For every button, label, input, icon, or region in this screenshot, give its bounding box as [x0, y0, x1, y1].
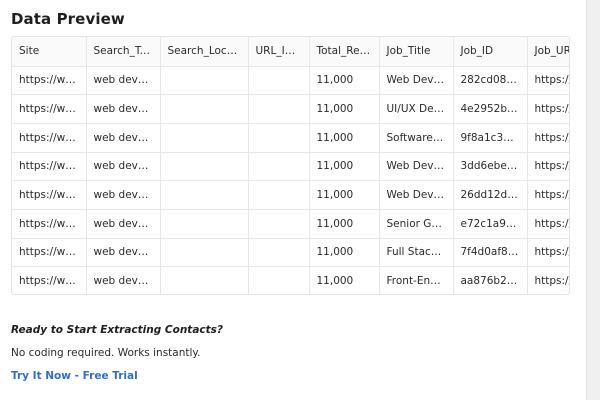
table-cell: Web Devel...: [379, 180, 454, 210]
table-cell: 11,000: [309, 266, 380, 294]
table-cell: 11,000: [309, 152, 380, 182]
table-cell: 11,000: [309, 66, 380, 96]
table-body: https://ww... web devel... 11,000 Web Devel…: [12, 66, 569, 294]
table-row: https://ww... web devel... 11,000 Front-End…: [12, 266, 569, 294]
table-cell: [248, 266, 310, 294]
table-cell: [248, 209, 310, 239]
table-cell: [248, 152, 310, 182]
table-cell: https://ww...: [12, 94, 87, 124]
column-header-job-id[interactable]: Job_ID: [453, 37, 528, 67]
table-cell: https://ww...: [12, 266, 87, 294]
table-row: https://ww... web devel... 11,000 Senior Gr…: [12, 209, 569, 239]
table-cell: aa876b249...: [453, 266, 528, 294]
table-row: https://ww... web devel... 11,000 Software …: [12, 123, 569, 153]
table-cell: web devel...: [86, 180, 161, 210]
table-cell: https://ww...: [12, 66, 87, 96]
table-cell: 7f4d0af87...: [453, 238, 528, 268]
table-cell: web devel...: [86, 266, 161, 294]
table-cell: 4e2952b99...: [453, 94, 528, 124]
table-cell: 9f8a1c3e7...: [453, 123, 528, 153]
table-cell: [248, 238, 310, 268]
table-cell: https://ww...: [12, 152, 87, 182]
table-cell: web devel...: [86, 209, 161, 239]
table-cell: [160, 66, 249, 96]
cta-title: Ready to Start Extracting Contacts?: [11, 324, 223, 336]
table-cell: [160, 238, 249, 268]
table-cell: [248, 66, 310, 96]
table-cell: https://w...: [527, 94, 569, 124]
page-scrollbar[interactable]: [586, 0, 600, 400]
table-row: https://ww... web devel... 11,000 Full Stac…: [12, 238, 569, 268]
column-header-search-location[interactable]: Search_Location: [160, 37, 249, 67]
table-cell: https://w...: [527, 123, 569, 153]
table-cell: 11,000: [309, 123, 380, 153]
table-cell: [160, 123, 249, 153]
table-cell: web devel...: [86, 238, 161, 268]
cta-description: No coding required. Works instantly.: [11, 347, 201, 359]
table-cell: Senior Gra...: [379, 209, 454, 239]
column-header-search-term[interactable]: Search_Term: [86, 37, 161, 67]
table-cell: 11,000: [309, 209, 380, 239]
column-header-job-url[interactable]: Job_URL: [527, 37, 569, 67]
table-cell: [160, 180, 249, 210]
table-cell: [248, 123, 310, 153]
table-cell: https://w...: [527, 152, 569, 182]
table-cell: web devel...: [86, 123, 161, 153]
table-cell: Web Devel...: [379, 66, 454, 96]
table-cell: 3dd6ebe0...: [453, 152, 528, 182]
data-preview-table-container[interactable]: Site Search_Term Search_Location URL_Input T…: [11, 36, 570, 295]
table-cell: 11,000: [309, 94, 380, 124]
table-cell: https://ww...: [12, 209, 87, 239]
table-cell: 282cd08f1...: [453, 66, 528, 96]
table-cell: [160, 94, 249, 124]
table-cell: https://w...: [527, 180, 569, 210]
table-row: https://ww... web devel... 11,000 UI/UX Dev…: [12, 94, 569, 124]
table-cell: [248, 180, 310, 210]
table-cell: 11,000: [309, 180, 380, 210]
free-trial-link[interactable]: Try It Now - Free Trial: [11, 370, 138, 382]
page: Data Preview Site Search_Term Search_Locat…: [0, 0, 600, 400]
table-cell: https://w...: [527, 66, 569, 96]
table-cell: https://w...: [527, 266, 569, 294]
table-cell: 26dd12ddf...: [453, 180, 528, 210]
table-header-row: Site Search_Term Search_Location URL_Input T…: [12, 37, 569, 67]
data-preview-table: Site Search_Term Search_Location URL_Input T…: [12, 37, 569, 294]
table-cell: https://w...: [527, 238, 569, 268]
table-cell: Front-End ...: [379, 266, 454, 294]
table-cell: 11,000: [309, 238, 380, 268]
table-cell: Software E...: [379, 123, 454, 153]
table-cell: web devel...: [86, 152, 161, 182]
table-row: https://ww... web devel... 11,000 Web Devel…: [12, 66, 569, 96]
table-cell: [160, 152, 249, 182]
table-cell: web devel...: [86, 94, 161, 124]
table-cell: UI/UX Dev...: [379, 94, 454, 124]
table-cell: [248, 94, 310, 124]
table-cell: https://ww...: [12, 123, 87, 153]
table-row: https://ww... web devel... 11,000 Web Devel…: [12, 180, 569, 210]
column-header-url-input[interactable]: URL_Input: [248, 37, 310, 67]
column-header-job-title[interactable]: Job_Title: [379, 37, 454, 67]
table-cell: [160, 209, 249, 239]
table-cell: Full Stack ...: [379, 238, 454, 268]
table-cell: https://w...: [527, 209, 569, 239]
column-header-total-result[interactable]: Total_Result: [309, 37, 380, 67]
table-cell: https://ww...: [12, 238, 87, 268]
page-title: Data Preview: [11, 10, 125, 28]
table-cell: Web Devel...: [379, 152, 454, 182]
table-cell: e72c1a9d0...: [453, 209, 528, 239]
table-cell: [160, 266, 249, 294]
table-cell: web devel...: [86, 66, 161, 96]
column-header-site[interactable]: Site: [12, 37, 87, 67]
table-row: https://ww... web devel... 11,000 Web Devel…: [12, 152, 569, 182]
table-cell: https://ww...: [12, 180, 87, 210]
